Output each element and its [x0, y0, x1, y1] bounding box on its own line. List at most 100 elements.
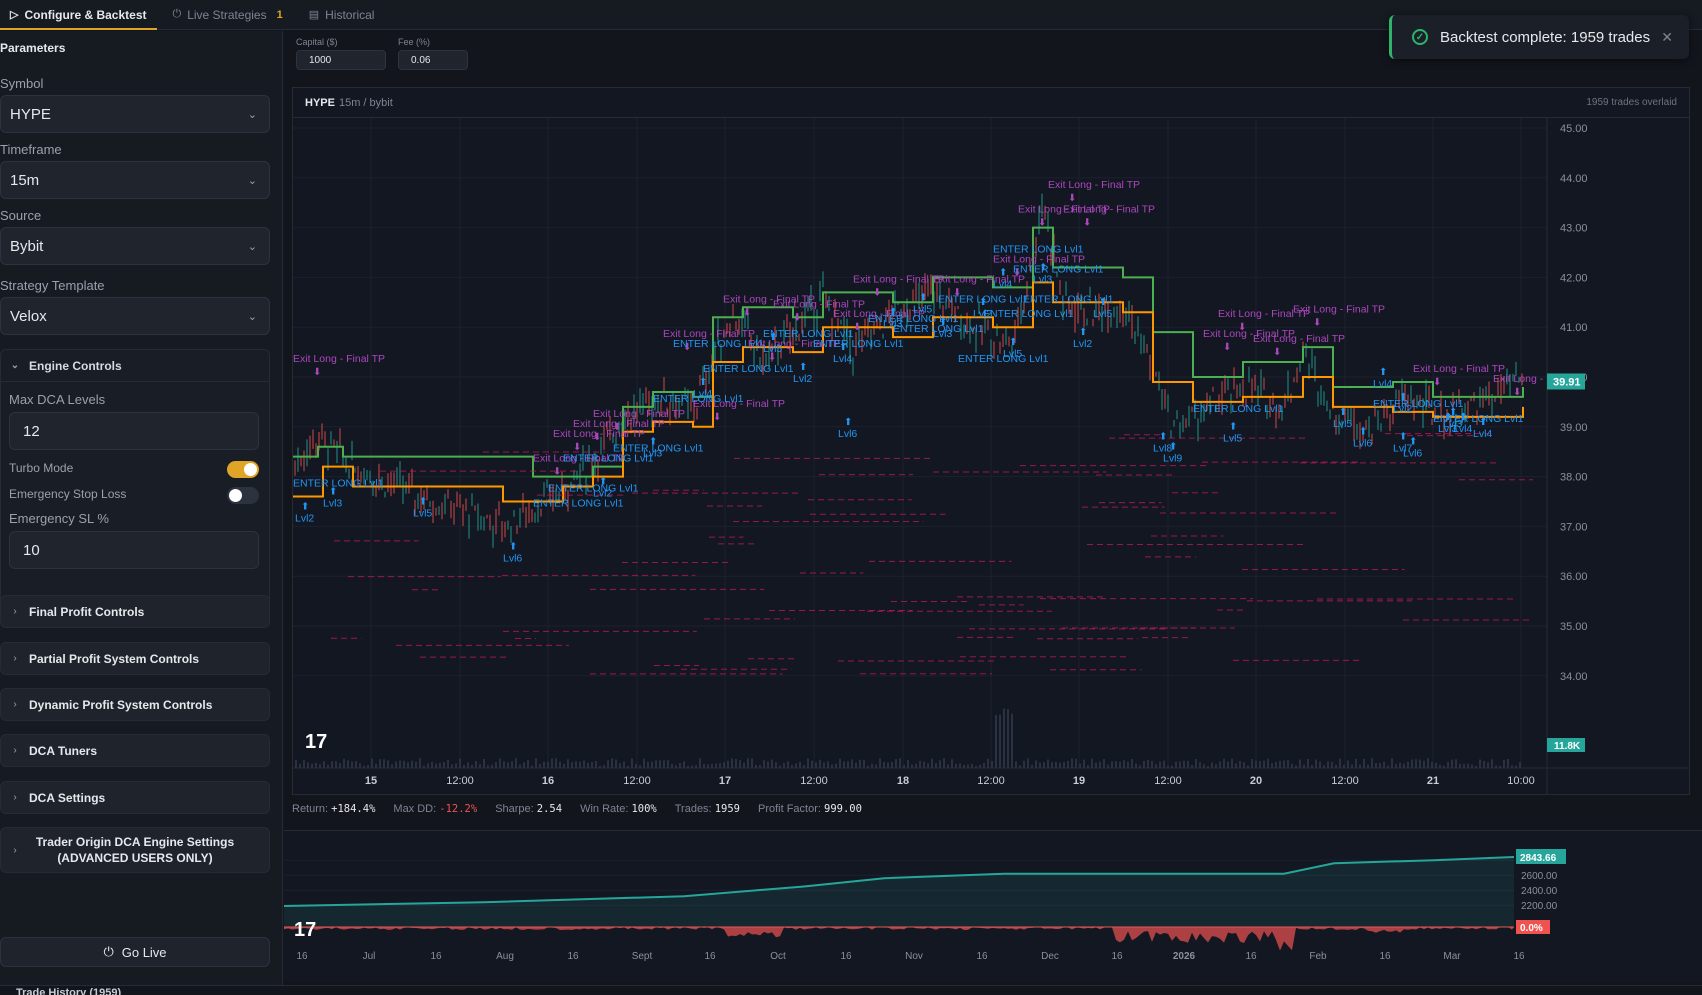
volume-bar — [367, 765, 369, 768]
section-dynamic-profit-controls[interactable]: › Dynamic Profit System Controls — [0, 688, 270, 721]
equity-chart[interactable]: 2800.002600.002400.002200.0016Jul16Aug16… — [284, 831, 1702, 981]
section-partial-profit-controls[interactable]: › Partial Profit System Controls — [0, 642, 270, 675]
source-select[interactable]: Bybit ⌄ — [0, 227, 270, 265]
close-icon[interactable]: ✕ — [1661, 29, 1673, 46]
price-chart[interactable]: 45.0044.0043.0042.0041.0040.0039.0038.00… — [293, 118, 1689, 794]
stat-win-rate: Win Rate: 100% — [580, 803, 657, 815]
volume-bar — [1043, 762, 1045, 768]
entry-arrow-icon: ⬆ — [844, 417, 852, 428]
volume-bar — [587, 762, 589, 768]
volume-bar — [991, 761, 993, 768]
y-tick-label: 45.00 — [1560, 123, 1588, 135]
tab-configure-backtest[interactable]: ▷ Configure & Backtest — [0, 0, 157, 30]
dca-level-label: Lvl2 — [593, 488, 612, 500]
fee-input[interactable]: 0.06 — [398, 50, 468, 70]
section-dca-settings[interactable]: › DCA Settings — [0, 781, 270, 814]
live-count-badge: 1 — [276, 8, 283, 21]
volume-bar — [815, 762, 817, 768]
enter-long-label: ENTER LONG Lvl1 — [1013, 263, 1104, 275]
volume-bar — [1451, 759, 1453, 768]
enter-long-label: ENTER LONG Lvl1 — [673, 338, 764, 350]
volume-bar — [1031, 764, 1033, 768]
volume-bar — [1027, 758, 1029, 768]
dca-level-label: Lvl5 — [1003, 348, 1022, 360]
chevron-right-icon: › — [13, 844, 17, 856]
volume-bar — [1127, 761, 1129, 768]
volume-bar — [1487, 762, 1489, 768]
section-dca-tuners[interactable]: › DCA Tuners — [0, 734, 270, 767]
section-label: DCA Settings — [29, 790, 106, 805]
entry-arrow-icon: ⬆ — [1159, 432, 1167, 443]
exit-arrow-icon: ⬇ — [1083, 218, 1091, 229]
volume-bar — [1463, 763, 1465, 768]
volume-bar — [751, 758, 753, 768]
y-tick-label: 39.00 — [1560, 422, 1588, 434]
volume-bar — [1011, 713, 1013, 768]
volume-bar — [663, 760, 665, 768]
volume-bar — [1091, 758, 1093, 768]
volume-bar — [767, 761, 769, 768]
y-tick-label: 43.00 — [1560, 223, 1588, 235]
volume-bar — [439, 762, 441, 768]
x-tick-label: 16 — [1379, 951, 1391, 962]
emergency-sl-pct-input[interactable]: 10 — [9, 531, 259, 569]
volume-bar — [591, 762, 593, 768]
trades-overlay-label: 1959 trades overlaid — [1586, 97, 1677, 108]
turbo-mode-toggle[interactable] — [227, 461, 259, 478]
volume-bar — [1479, 759, 1481, 768]
check-circle-icon: ✓ — [1412, 29, 1428, 45]
chart-meta: 15m / bybit — [338, 96, 393, 109]
volume-bar — [567, 759, 569, 768]
dca-level-label: Lvl5 — [413, 507, 432, 519]
entry-arrow-icon: ⬆ — [1099, 297, 1107, 308]
engine-controls-header[interactable]: ⌄ Engine Controls — [1, 350, 269, 382]
trade-history-header[interactable]: Trade History (1959) — [0, 985, 1702, 995]
volume-bar — [763, 760, 765, 768]
volume-bar — [1107, 764, 1109, 768]
entry-arrow-icon: ⬆ — [1444, 412, 1452, 423]
volume-bar — [1167, 765, 1169, 768]
volume-bar — [583, 760, 585, 768]
emergency-stop-loss-toggle[interactable] — [227, 487, 259, 504]
x-tick-label: 17 — [719, 775, 731, 787]
volume-bar — [1191, 764, 1193, 768]
max-dca-input[interactable]: 12 — [9, 412, 259, 450]
exit-long-label: Exit Long - Final TP — [1048, 179, 1140, 191]
volume-bar — [311, 763, 313, 768]
volume-bar — [539, 764, 541, 768]
volume-bar — [419, 758, 421, 768]
volume-bar — [527, 760, 529, 768]
strategy-template-select[interactable]: Velox ⌄ — [0, 297, 270, 335]
tab-live-strategies[interactable]: ⏻ Live Strategies 1 — [163, 0, 293, 29]
volume-bar — [351, 761, 353, 768]
volume-bar — [391, 764, 393, 768]
y-tick-label: 37.00 — [1560, 521, 1588, 533]
y-tick-label: 2400.00 — [1521, 886, 1558, 897]
section-final-profit-controls[interactable]: › Final Profit Controls — [0, 595, 270, 628]
timeframe-select[interactable]: 15m ⌄ — [0, 161, 270, 199]
volume-bar — [427, 763, 429, 768]
volume-bar — [1075, 758, 1077, 768]
source-label: Source — [0, 208, 42, 223]
volume-bar — [903, 764, 905, 768]
capital-input[interactable]: 1000 — [296, 50, 386, 70]
volume-bar — [1115, 761, 1117, 768]
dca-level-label: Lvl3 — [323, 497, 342, 509]
go-live-button[interactable]: ⏻ Go Live — [0, 937, 270, 967]
volume-bar — [871, 763, 873, 768]
volume-bar — [355, 761, 357, 768]
symbol-select[interactable]: HYPE ⌄ — [0, 95, 270, 133]
section-trader-origin-settings[interactable]: › Trader Origin DCA Engine Settings (ADV… — [0, 827, 270, 873]
volume-bar — [843, 761, 845, 768]
x-tick-label: 16 — [567, 951, 579, 962]
dca-level-label: Lvl2 — [793, 373, 812, 385]
dca-level-label: Lvl4 — [1473, 428, 1492, 440]
volume-bar — [715, 763, 717, 768]
volume-bar — [299, 763, 301, 768]
entry-arrow-icon: ⬆ — [1479, 417, 1487, 428]
parameters-sidebar: Parameters Symbol HYPE ⌄ Timeframe 15m ⌄… — [0, 31, 283, 995]
volume-bar — [759, 764, 761, 768]
tab-historical[interactable]: ▤ Historical — [299, 0, 385, 29]
volume-bar — [911, 764, 913, 768]
volume-bar — [1351, 764, 1353, 768]
